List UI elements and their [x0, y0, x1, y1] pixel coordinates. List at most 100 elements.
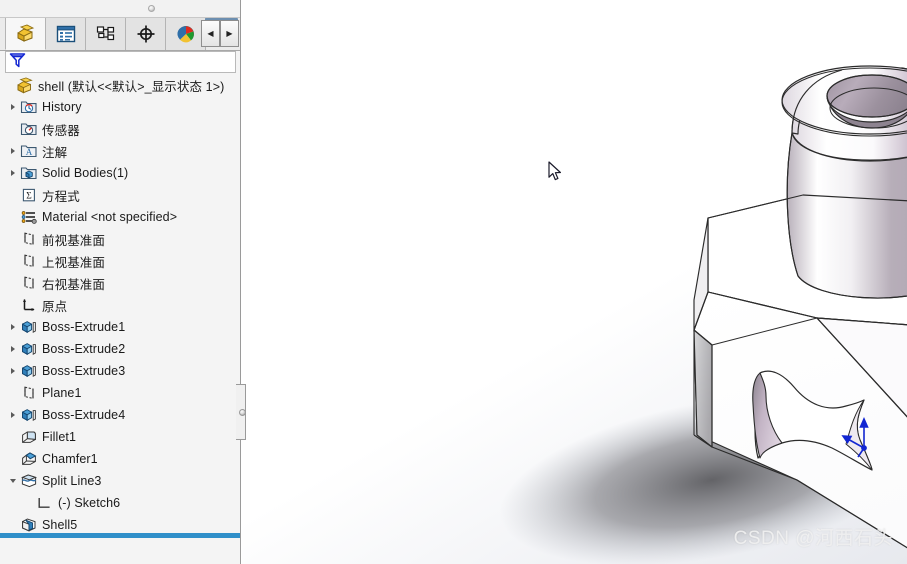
tree-twisty [6, 448, 20, 470]
tree-twisty[interactable] [6, 404, 20, 426]
tree-row[interactable]: Plane1 [0, 382, 240, 404]
tree-twisty[interactable] [6, 162, 20, 184]
boss-extrude-icon [20, 318, 38, 336]
tree-twisty[interactable] [6, 360, 20, 382]
tree-twisty[interactable] [6, 470, 20, 492]
history-folder-icon [20, 98, 38, 116]
tree-row[interactable]: Fillet1 [0, 426, 240, 448]
tab-feature-manager[interactable] [5, 18, 46, 50]
tree-row[interactable]: Σ 方程式 [0, 184, 240, 206]
equations-icon: Σ [20, 186, 38, 204]
tree-item-label: Solid Bodies(1) [42, 166, 129, 180]
tree-row[interactable]: Solid Bodies(1) [0, 162, 240, 184]
tree-row[interactable]: Split Line3 [0, 470, 240, 492]
sensor-folder-icon [20, 120, 38, 138]
tab-display-manager[interactable] [166, 18, 206, 50]
tab-scroll-right-button[interactable]: ▶ [220, 20, 239, 47]
svg-text:Σ: Σ [26, 192, 32, 202]
boss-extrude-icon [20, 406, 38, 424]
fillet-icon [20, 428, 38, 446]
tree-twisty [6, 184, 20, 206]
property-manager-icon [56, 25, 75, 43]
tab-property-manager[interactable] [46, 18, 86, 50]
tree-item-label: Plane1 [42, 386, 82, 400]
display-manager-icon [176, 26, 194, 43]
tree-item-label: 前视基准面 [42, 233, 106, 248]
tree-item-label: Shell5 [42, 518, 78, 532]
tab-configuration-manager[interactable] [86, 18, 126, 50]
tree-item-label: 原点 [42, 299, 68, 314]
origin-icon [20, 296, 38, 314]
plane-icon [20, 252, 38, 270]
tree-twisty [6, 228, 20, 250]
tab-scroll-buttons: ◀ ▶ [201, 20, 239, 47]
tree-row[interactable]: Material <not specified> [0, 206, 240, 228]
tree-twisty[interactable] [6, 96, 20, 118]
tree-row[interactable]: Boss-Extrude4 [0, 404, 240, 426]
tree-twisty[interactable] [6, 316, 20, 338]
splitter-handle-dot-right[interactable] [239, 409, 246, 416]
tree-row[interactable]: shell (默认<<默认>_显示状态 1>) [0, 74, 240, 96]
plane-icon [20, 384, 38, 402]
part-model-3d [499, 65, 907, 564]
tree-twisty [6, 294, 20, 316]
tree-row[interactable]: History [0, 96, 240, 118]
graphics-viewport[interactable]: CSDN @河西石头 [242, 0, 907, 564]
tree-item-label: Boss-Extrude4 [42, 408, 126, 422]
tree-item-label: Material <not specified> [42, 210, 178, 224]
tree-twisty [6, 118, 20, 140]
tree-item-label: 右视基准面 [42, 277, 106, 292]
tab-dimxpert-manager[interactable] [126, 18, 166, 50]
tree-item-label: 上视基准面 [42, 255, 106, 270]
tree-row[interactable]: 前视基准面 [0, 228, 240, 250]
tree-twisty[interactable] [2, 74, 16, 96]
tree-item-label: (-) Sketch6 [58, 496, 121, 510]
tree-item-label: Split Line3 [42, 474, 102, 488]
tree-row[interactable]: Boss-Extrude1 [0, 316, 240, 338]
tree-item-label: 传感器 [42, 123, 80, 138]
feature-tree-icon [17, 24, 34, 42]
tree-row[interactable]: Shell5 [0, 514, 240, 532]
manager-tab-strip: ◀ ▶ [0, 18, 240, 51]
tree-row[interactable]: 传感器 [0, 118, 240, 140]
panel-top-splitter[interactable] [0, 0, 240, 18]
sketch-icon [36, 494, 54, 512]
tree-twisty [6, 250, 20, 272]
boss-extrude-icon [20, 340, 38, 358]
tree-row[interactable]: 原点 [0, 294, 240, 316]
tree-twisty [6, 426, 20, 448]
tree-item-label: History [42, 100, 82, 114]
tree-item-label: 方程式 [42, 189, 80, 204]
tree-item-label: 注解 [42, 145, 68, 160]
tree-twisty[interactable] [6, 338, 20, 360]
tree-item-label: Boss-Extrude1 [42, 320, 126, 334]
tree-row[interactable]: Chamfer1 [0, 448, 240, 470]
plane-icon [20, 274, 38, 292]
tree-twisty[interactable] [6, 140, 20, 162]
tree-row[interactable]: A 注解 [0, 140, 240, 162]
feature-tree-filter[interactable] [5, 51, 236, 73]
tree-row[interactable]: 上视基准面 [0, 250, 240, 272]
annotations-folder-icon: A [20, 142, 38, 160]
tree-row[interactable]: Boss-Extrude2 [0, 338, 240, 360]
tree-item-label: Boss-Extrude3 [42, 364, 126, 378]
feature-tree: shell (默认<<默认>_显示状态 1>) History 传感器 A 注解… [0, 74, 240, 532]
tab-scroll-left-button[interactable]: ◀ [201, 20, 220, 47]
shell-icon [20, 516, 38, 532]
chamfer-icon [20, 450, 38, 468]
tree-row[interactable]: Boss-Extrude3 [0, 360, 240, 382]
svg-text:A: A [26, 147, 33, 157]
tree-bottom-area [0, 538, 240, 564]
part-icon [16, 76, 34, 94]
tree-row[interactable]: 右视基准面 [0, 272, 240, 294]
configuration-manager-icon [96, 26, 114, 41]
tree-item-label: Boss-Extrude2 [42, 342, 126, 356]
boss-extrude-icon [20, 362, 38, 380]
feature-manager-panel: ◀ ▶ shell (默认<<默认>_显示状态 1>) History 传感器 … [0, 0, 241, 564]
solidworks-window: ◀ ▶ shell (默认<<默认>_显示状态 1>) History 传感器 … [0, 0, 907, 564]
tree-row[interactable]: (-) Sketch6 [0, 492, 240, 514]
material-icon [20, 208, 38, 226]
splitter-handle-dot[interactable] [148, 5, 155, 12]
tree-twisty [6, 272, 20, 294]
document-title-label: shell (默认<<默认>_显示状态 1>) [38, 79, 225, 94]
